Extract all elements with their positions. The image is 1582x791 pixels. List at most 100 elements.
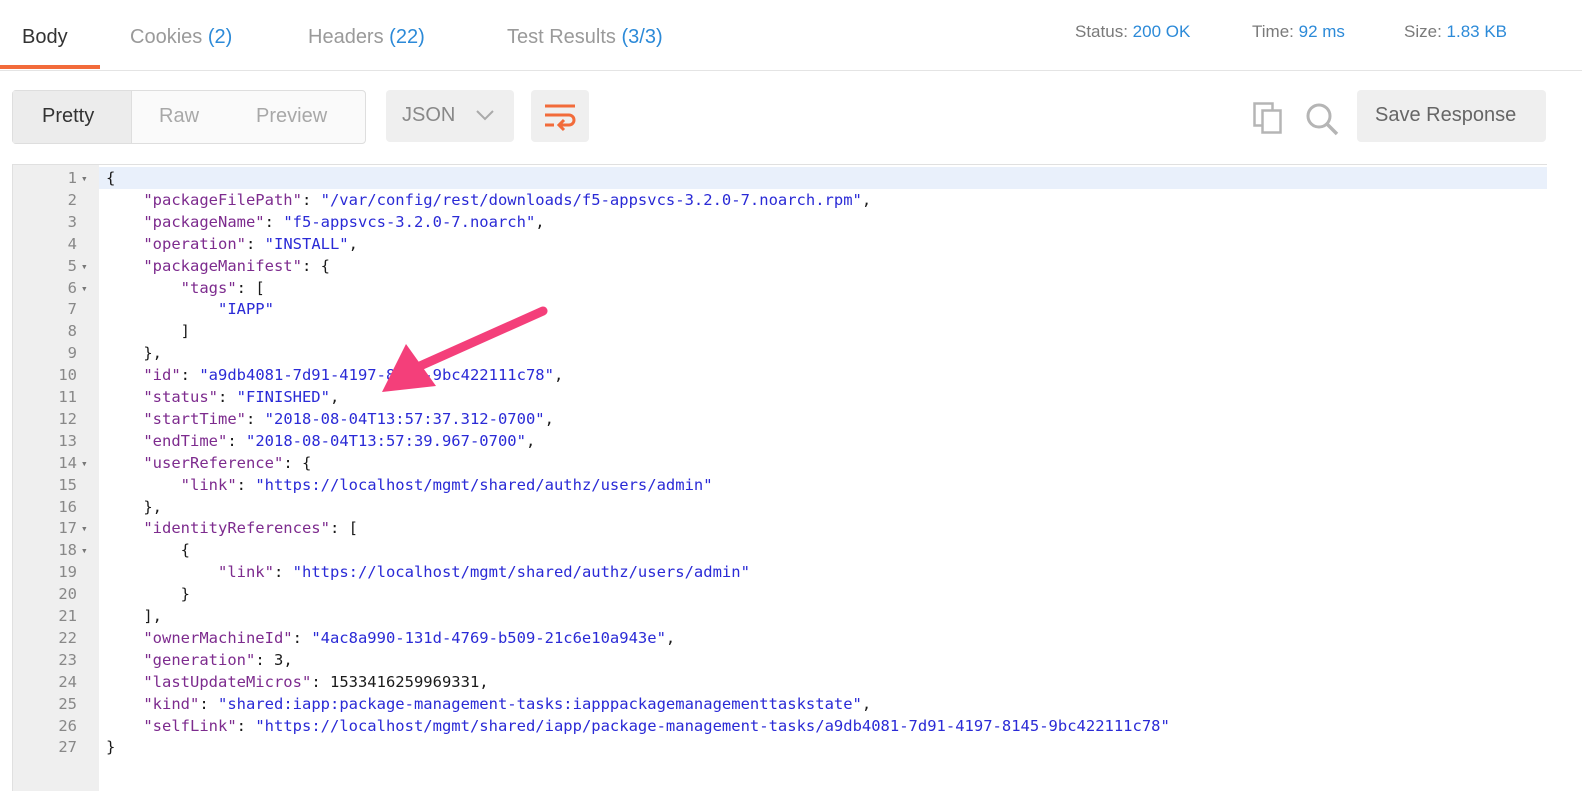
json-punct <box>106 279 181 297</box>
json-key: "packageName" <box>143 212 265 231</box>
json-punct: : <box>311 672 330 691</box>
wrap-lines-button[interactable] <box>531 90 589 142</box>
line-number: 21 <box>58 607 77 625</box>
code-line: "identityReferences": [ <box>106 519 358 537</box>
tab-label: Body <box>22 26 68 48</box>
code-line: "status": "FINISHED", <box>106 388 339 406</box>
line-number: 27 <box>58 738 77 757</box>
json-punct <box>106 673 143 691</box>
line-number: 19 <box>58 563 77 582</box>
code-line: { <box>106 169 115 187</box>
json-punct: , <box>544 409 554 428</box>
json-string: "2018-08-04T13:57:37.312-0700" <box>264 409 545 428</box>
view-raw-button[interactable]: Raw <box>159 105 199 128</box>
tab-headers[interactable]: Headers (22) <box>308 26 425 49</box>
fold-toggle-icon[interactable]: ▾ <box>81 172 88 185</box>
tab-test-results[interactable]: Test Results (3/3) <box>507 26 663 49</box>
json-number: 1533416259969331 <box>329 672 480 691</box>
json-punct <box>106 695 143 713</box>
tab-cookies[interactable]: Cookies (2) <box>130 26 232 49</box>
json-punct: : [ <box>329 519 358 538</box>
json-key: "endTime" <box>143 431 228 450</box>
json-punct: ] <box>106 322 190 341</box>
json-string: "f5-appsvcs-3.2.0-7.noarch" <box>283 212 536 231</box>
json-punct <box>106 191 143 209</box>
line-number: 26 <box>58 716 77 735</box>
status-label: Status: <box>1075 22 1128 41</box>
view-preview-button[interactable]: Preview <box>256 105 327 128</box>
json-punct: , <box>665 628 676 647</box>
size-label: Size: <box>1404 22 1442 41</box>
json-key: "identityReferences" <box>143 519 330 538</box>
tab-label: Test Results <box>507 26 616 48</box>
fold-toggle-icon[interactable]: ▾ <box>81 522 88 535</box>
line-number: 23 <box>58 650 77 669</box>
copy-icon[interactable] <box>1253 102 1283 134</box>
json-punct: }, <box>106 344 162 363</box>
json-key: "id" <box>143 366 181 385</box>
code-line: { <box>106 541 190 559</box>
json-punct <box>106 235 143 253</box>
code-line: "generation": 3, <box>106 650 293 669</box>
fold-toggle-icon[interactable]: ▾ <box>81 457 88 470</box>
json-key: "generation" <box>143 650 256 669</box>
line-number: 12 <box>58 409 77 428</box>
line-number: 5 <box>67 256 77 275</box>
json-punct: ], <box>106 607 162 625</box>
json-key: "kind" <box>143 694 200 713</box>
json-punct: }, <box>106 497 162 516</box>
time-value[interactable]: 92 ms <box>1299 22 1345 41</box>
format-select-value: JSON <box>402 104 456 126</box>
json-punct: : <box>273 563 293 582</box>
json-punct: , <box>525 431 536 450</box>
json-key: "ownerMachineId" <box>143 628 293 647</box>
json-editor[interactable]: 1 ▾ {2 "packageFilePath": "/var/config/res… <box>12 164 1547 791</box>
json-punct <box>106 410 143 428</box>
json-punct: : <box>180 366 200 385</box>
json-string: "https://localhost/mgmt/shared/authz/use… <box>255 475 713 494</box>
fold-toggle-icon[interactable]: ▾ <box>81 282 88 295</box>
code-line: "endTime": "2018-08-04T13:57:39.967-0700… <box>106 432 535 450</box>
tab-count: (2) <box>207 26 233 48</box>
json-string: "INSTALL" <box>264 234 349 253</box>
json-punct: , <box>283 650 293 669</box>
format-select[interactable]: JSON <box>386 90 514 142</box>
code-line: "IAPP" <box>106 300 274 318</box>
json-number: 3 <box>273 650 284 669</box>
json-punct: , <box>535 212 545 231</box>
view-mode-segmented: Pretty Raw Preview <box>12 90 366 144</box>
line-number: 16 <box>58 497 77 516</box>
line-number: 10 <box>58 366 77 385</box>
json-punct <box>106 454 143 472</box>
search-icon[interactable] <box>1305 102 1339 136</box>
json-key: "link" <box>217 563 274 582</box>
json-punct <box>106 257 143 275</box>
fold-toggle-icon[interactable]: ▾ <box>81 260 88 273</box>
fold-toggle-icon[interactable]: ▾ <box>81 544 88 557</box>
json-punct: : { <box>301 256 330 275</box>
line-number: 15 <box>58 475 77 494</box>
json-punct: } <box>106 585 190 604</box>
code-line: ], <box>106 607 162 625</box>
status-value[interactable]: 200 OK <box>1133 22 1191 41</box>
line-number: 6 <box>67 278 77 297</box>
line-number: 13 <box>58 431 77 450</box>
chevron-down-icon <box>476 110 494 121</box>
json-string: "https://localhost/mgmt/shared/iapp/pack… <box>255 716 1170 735</box>
code-line: ] <box>106 322 190 340</box>
code-line: "id": "a9db4081-7d91-4197-8145-9bc422111… <box>106 366 563 384</box>
code-line: }, <box>106 498 162 516</box>
json-punct: : <box>199 694 218 713</box>
tab-body[interactable]: Body <box>22 26 68 49</box>
save-response-button[interactable]: Save Response <box>1357 90 1546 142</box>
json-punct: : <box>292 628 312 647</box>
code-line: "packageName": "f5-appsvcs-3.2.0-7.noarc… <box>106 212 545 231</box>
code-line: "ownerMachineId": "4ac8a990-131d-4769-b5… <box>106 629 675 647</box>
line-number: 2 <box>67 190 77 209</box>
json-key: "startTime" <box>143 409 246 428</box>
size-value[interactable]: 1.83 KB <box>1447 22 1508 41</box>
code-line: } <box>106 738 115 756</box>
line-number: 9 <box>67 344 77 363</box>
view-pretty-button[interactable]: Pretty <box>13 91 132 143</box>
code-line: "operation": "INSTALL", <box>106 235 358 253</box>
